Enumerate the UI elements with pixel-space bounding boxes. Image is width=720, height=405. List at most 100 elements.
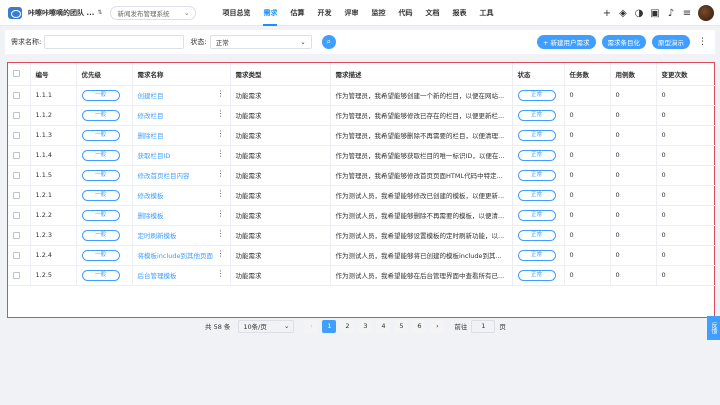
page-number-button[interactable]: 2 bbox=[340, 319, 355, 333]
priority-badge[interactable]: 一般 bbox=[81, 269, 120, 281]
status-badge[interactable]: 正常 bbox=[517, 209, 556, 221]
row-checkbox[interactable] bbox=[8, 85, 31, 106]
requirement-name-link[interactable]: 修改首页栏目内容 bbox=[138, 172, 190, 180]
row-more-icon[interactable]: ⋮ bbox=[217, 250, 225, 258]
table-row[interactable]: 1.1.3 一般 删除栏目 ⋮ 功能需求 作为管理员，我希望能够删除不再需要的栏目，以便清… bbox=[8, 125, 716, 146]
itemize-requirements-button[interactable]: 需求条目化 bbox=[601, 35, 646, 49]
status-badge[interactable]: 正常 bbox=[517, 129, 556, 141]
row-checkbox[interactable] bbox=[8, 245, 31, 266]
table-row[interactable]: 1.2.3 一般 定时刷新模板 ⋮ 功能需求 作为测试人员，我希望能够设置模板的定时刷新功… bbox=[8, 225, 716, 246]
plus-icon[interactable]: + bbox=[601, 7, 613, 19]
row-priority[interactable]: 一般 bbox=[76, 85, 133, 106]
table-row[interactable]: 1.1.5 一般 修改首页栏目内容 ⋮ 功能需求 作为管理员，我希望能够修改首页页面HTM… bbox=[8, 165, 716, 186]
row-checkbox[interactable] bbox=[8, 125, 31, 146]
table-row[interactable]: 1.1.2 一般 修改栏目 ⋮ 功能需求 作为管理员，我希望能够修改已存在的栏目，以便更新… bbox=[8, 105, 716, 126]
priority-badge[interactable]: 一般 bbox=[81, 209, 120, 221]
priority-badge[interactable]: 一般 bbox=[81, 109, 120, 121]
feedback-button[interactable]: 反馈 bbox=[707, 316, 720, 340]
nav-item[interactable]: 代码 bbox=[398, 0, 412, 26]
row-checkbox[interactable] bbox=[8, 225, 31, 246]
next-page-button[interactable]: › bbox=[430, 319, 445, 333]
row-priority[interactable]: 一般 bbox=[76, 245, 133, 266]
nav-item[interactable]: 开发 bbox=[317, 0, 331, 26]
page-number-button[interactable]: 1 bbox=[322, 319, 337, 333]
table-row[interactable]: 1.2.2 一般 删除模板 ⋮ 功能需求 作为测试人员，我希望能够删除不再需要的模板，以便… bbox=[8, 205, 716, 226]
page-size-select[interactable]: 10条/页 ⌄ bbox=[238, 319, 295, 333]
row-checkbox[interactable] bbox=[8, 185, 31, 206]
requirement-name-link[interactable]: 将模板include到其他页面 bbox=[138, 252, 214, 260]
status-badge[interactable]: 正常 bbox=[517, 89, 556, 101]
row-more-icon[interactable]: ⋮ bbox=[217, 110, 225, 118]
row-more-icon[interactable]: ⋮ bbox=[217, 270, 225, 278]
nav-item[interactable]: 需求 bbox=[263, 0, 278, 26]
table-row[interactable]: 1.1.1 一般 创建栏目 ⋮ 功能需求 作为管理员，我希望能够创建一个新的栏目，以便在网… bbox=[8, 85, 716, 106]
nav-item[interactable]: 文档 bbox=[425, 0, 439, 26]
requirement-name-link[interactable]: 删除模板 bbox=[138, 212, 164, 220]
row-checkbox[interactable] bbox=[8, 165, 31, 186]
page-number-button[interactable]: 3 bbox=[358, 319, 373, 333]
priority-badge[interactable]: 一般 bbox=[81, 89, 120, 101]
nav-item[interactable]: 监控 bbox=[371, 0, 385, 26]
more-options-icon[interactable]: ⋮ bbox=[698, 37, 707, 47]
nav-item[interactable]: 项目总览 bbox=[222, 0, 250, 26]
page-number-button[interactable]: 6 bbox=[412, 319, 427, 333]
row-checkbox[interactable] bbox=[8, 105, 31, 126]
status-badge[interactable]: 正常 bbox=[517, 229, 556, 241]
sliders-icon[interactable]: ≡ bbox=[681, 7, 693, 19]
team-name[interactable]: 咔嚓咔嚓嘀的团队 ... bbox=[28, 8, 94, 18]
requirement-name-link[interactable]: 删除栏目 bbox=[138, 132, 164, 140]
new-requirement-button[interactable]: + 新建用户需求 bbox=[536, 35, 596, 49]
briefcase-icon[interactable]: ▣ bbox=[649, 7, 661, 19]
row-priority[interactable]: 一般 bbox=[76, 145, 133, 166]
requirement-name-link[interactable]: 后台管理模板 bbox=[138, 272, 177, 280]
requirement-name-link[interactable]: 定时刷新模板 bbox=[138, 232, 177, 240]
priority-badge[interactable]: 一般 bbox=[81, 249, 120, 261]
page-number-button[interactable]: 5 bbox=[394, 319, 409, 333]
nav-item[interactable]: 报表 bbox=[452, 0, 466, 26]
row-more-icon[interactable]: ⋮ bbox=[217, 190, 225, 198]
bell-icon[interactable]: ♪ bbox=[665, 7, 677, 19]
goto-page-input[interactable]: 1 bbox=[471, 319, 496, 333]
status-filter-select[interactable]: 正常 ⌄ bbox=[209, 35, 312, 49]
row-checkbox[interactable] bbox=[8, 205, 31, 226]
row-priority[interactable]: 一般 bbox=[76, 265, 133, 286]
row-more-icon[interactable]: ⋮ bbox=[217, 130, 225, 138]
row-priority[interactable]: 一般 bbox=[76, 205, 133, 226]
row-priority[interactable]: 一般 bbox=[76, 125, 133, 146]
row-more-icon[interactable]: ⋮ bbox=[217, 90, 225, 98]
requirement-name-link[interactable]: 修改栏目 bbox=[138, 112, 164, 120]
project-select[interactable]: 新闻发布管理系统 ⌄ bbox=[110, 5, 197, 20]
column-header[interactable]: 需求名称 bbox=[132, 63, 231, 86]
column-header[interactable]: 优先级 bbox=[76, 63, 133, 86]
priority-badge[interactable]: 一般 bbox=[81, 149, 120, 161]
column-header[interactable]: 编号 bbox=[30, 63, 77, 86]
prototype-demo-button[interactable]: 原型演示 bbox=[652, 35, 690, 49]
half-circle-icon[interactable]: ◑ bbox=[633, 7, 645, 19]
priority-badge[interactable]: 一般 bbox=[81, 189, 120, 201]
row-more-icon[interactable]: ⋮ bbox=[217, 150, 225, 158]
team-caret-icon[interactable]: ⇅ bbox=[97, 9, 102, 16]
page-number-button[interactable]: 4 bbox=[376, 319, 391, 333]
row-priority[interactable]: 一般 bbox=[76, 165, 133, 186]
prev-page-button[interactable]: ‹ bbox=[304, 319, 319, 333]
requirement-name-link[interactable]: 修改模板 bbox=[138, 192, 164, 200]
row-more-icon[interactable]: ⋮ bbox=[217, 210, 225, 218]
row-checkbox[interactable] bbox=[8, 265, 31, 286]
column-header[interactable]: 变更次数 bbox=[656, 63, 716, 86]
status-badge[interactable]: 正常 bbox=[517, 149, 556, 161]
column-header[interactable]: 状态 bbox=[512, 63, 565, 86]
status-badge[interactable]: 正常 bbox=[517, 109, 556, 121]
status-badge[interactable]: 正常 bbox=[517, 269, 556, 281]
select-all-checkbox[interactable] bbox=[8, 63, 31, 86]
row-checkbox[interactable] bbox=[8, 145, 31, 166]
row-more-icon[interactable]: ⋮ bbox=[217, 230, 225, 238]
row-priority[interactable]: 一般 bbox=[76, 105, 133, 126]
requirement-name-link[interactable]: 创建栏目 bbox=[138, 92, 164, 100]
priority-badge[interactable]: 一般 bbox=[81, 229, 120, 241]
nav-item[interactable]: 工具 bbox=[479, 0, 493, 26]
nav-item[interactable]: 评审 bbox=[344, 0, 358, 26]
table-row[interactable]: 1.2.5 一般 后台管理模板 ⋮ 功能需求 作为测试人员，我希望能够在后台管理界面中查看… bbox=[8, 265, 716, 286]
status-badge[interactable]: 正常 bbox=[517, 189, 556, 201]
requirement-name-link[interactable]: 获取栏目ID bbox=[138, 152, 171, 160]
table-row[interactable]: 1.1.4 一般 获取栏目ID ⋮ 功能需求 作为管理员，我希望能够获取栏目的唯一标识ID… bbox=[8, 145, 716, 166]
